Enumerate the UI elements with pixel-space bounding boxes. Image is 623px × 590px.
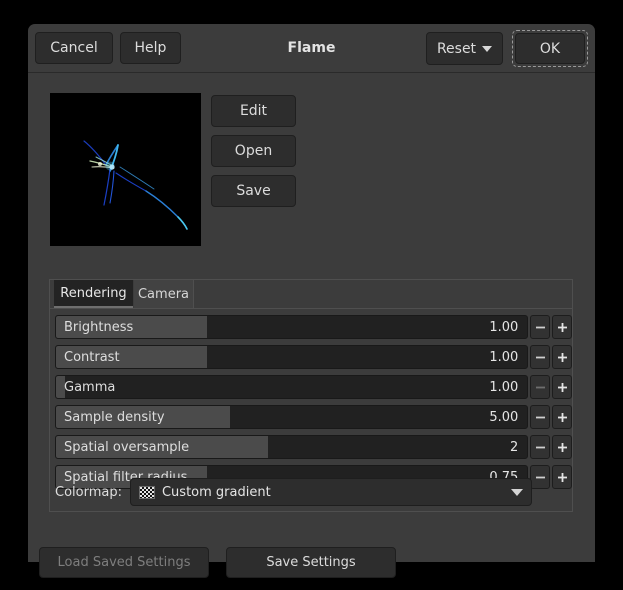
dialog-footer: Load Saved Settings Save Settings	[28, 525, 595, 585]
minus-icon	[535, 322, 546, 333]
gamma-label: Gamma	[64, 376, 115, 398]
reset-dropdown-button[interactable]: Reset	[426, 32, 503, 65]
sample-density-slider[interactable]: Sample density 5.00	[55, 405, 528, 429]
slider-row-brightness: Brightness 1.00	[50, 313, 572, 341]
brightness-value: 1.00	[489, 316, 518, 338]
tab-camera-label: Camera	[138, 287, 189, 302]
cancel-button-label: Cancel	[50, 40, 97, 56]
minus-icon	[535, 442, 546, 453]
colormap-selected-value: Custom gradient	[162, 485, 511, 500]
brightness-increment-button[interactable]	[552, 315, 572, 339]
ok-button-focus-ring: OK	[512, 30, 588, 67]
gamma-increment-button[interactable]	[552, 375, 572, 399]
spatial-oversample-slider[interactable]: Spatial oversample 2	[55, 435, 528, 459]
colormap-row: Colormap: Custom gradient	[50, 477, 572, 507]
save-button-label: Save	[236, 183, 270, 199]
colormap-dropdown[interactable]: Custom gradient	[130, 478, 532, 506]
settings-panel: Rendering Camera Brightness 1.00	[49, 279, 573, 512]
tab-strip: Rendering Camera	[50, 280, 572, 309]
plus-icon	[557, 322, 568, 333]
reset-button-label: Reset	[437, 41, 476, 57]
open-button-label: Open	[235, 143, 272, 159]
flame-fractal-image	[50, 93, 201, 246]
gamma-value: 1.00	[489, 376, 518, 398]
slider-row-gamma: Gamma 1.00	[50, 373, 572, 401]
minus-icon	[535, 382, 546, 393]
slider-row-contrast: Contrast 1.00	[50, 343, 572, 371]
brightness-label: Brightness	[64, 316, 133, 338]
help-button[interactable]: Help	[120, 32, 181, 64]
tab-rendering[interactable]: Rendering	[54, 280, 133, 308]
tab-rendering-label: Rendering	[60, 286, 126, 301]
plus-icon	[557, 382, 568, 393]
save-settings-label: Save Settings	[266, 555, 355, 570]
dialog-title: Flame	[28, 24, 595, 72]
plus-icon	[557, 412, 568, 423]
edit-button-label: Edit	[240, 103, 267, 119]
flame-preview-thumbnail	[50, 93, 201, 246]
gradient-swatch-icon	[139, 486, 155, 499]
cancel-button[interactable]: Cancel	[35, 32, 113, 64]
save-button[interactable]: Save	[211, 175, 296, 207]
rendering-tab-content: Brightness 1.00 Contrast 1.00	[50, 309, 572, 511]
load-saved-settings-label: Load Saved Settings	[58, 555, 191, 570]
minus-icon	[535, 352, 546, 363]
contrast-increment-button[interactable]	[552, 345, 572, 369]
minus-icon	[535, 412, 546, 423]
ok-button-label: OK	[540, 41, 560, 57]
dialog-header: Cancel Help Flame Reset OK	[28, 24, 595, 73]
tab-strip-filler	[195, 280, 572, 308]
spatial-oversample-decrement-button[interactable]	[530, 435, 550, 459]
edit-button[interactable]: Edit	[211, 95, 296, 127]
sample-density-label: Sample density	[64, 406, 165, 428]
contrast-decrement-button[interactable]	[530, 345, 550, 369]
chevron-down-icon	[511, 489, 523, 496]
gamma-slider[interactable]: Gamma 1.00	[55, 375, 528, 399]
slider-row-sample-density: Sample density 5.00	[50, 403, 572, 431]
sample-density-value: 5.00	[489, 406, 518, 428]
contrast-label: Contrast	[64, 346, 120, 368]
brightness-decrement-button[interactable]	[530, 315, 550, 339]
plus-icon	[557, 352, 568, 363]
tab-camera[interactable]: Camera	[134, 280, 194, 308]
contrast-value: 1.00	[489, 346, 518, 368]
spatial-oversample-increment-button[interactable]	[552, 435, 572, 459]
flame-dialog: Cancel Help Flame Reset OK	[28, 24, 595, 562]
save-settings-button[interactable]: Save Settings	[226, 547, 396, 578]
spatial-oversample-value: 2	[510, 436, 518, 458]
gamma-decrement-button[interactable]	[530, 375, 550, 399]
load-saved-settings-button[interactable]: Load Saved Settings	[39, 547, 209, 578]
sample-density-increment-button[interactable]	[552, 405, 572, 429]
help-button-label: Help	[135, 40, 167, 56]
ok-button[interactable]: OK	[515, 33, 585, 64]
brightness-slider[interactable]: Brightness 1.00	[55, 315, 528, 339]
open-button[interactable]: Open	[211, 135, 296, 167]
plus-icon	[557, 442, 568, 453]
chevron-down-icon	[482, 46, 492, 52]
spatial-oversample-label: Spatial oversample	[64, 436, 189, 458]
sample-density-decrement-button[interactable]	[530, 405, 550, 429]
colormap-label: Colormap:	[55, 485, 122, 500]
slider-row-spatial-oversample: Spatial oversample 2	[50, 433, 572, 461]
contrast-slider[interactable]: Contrast 1.00	[55, 345, 528, 369]
